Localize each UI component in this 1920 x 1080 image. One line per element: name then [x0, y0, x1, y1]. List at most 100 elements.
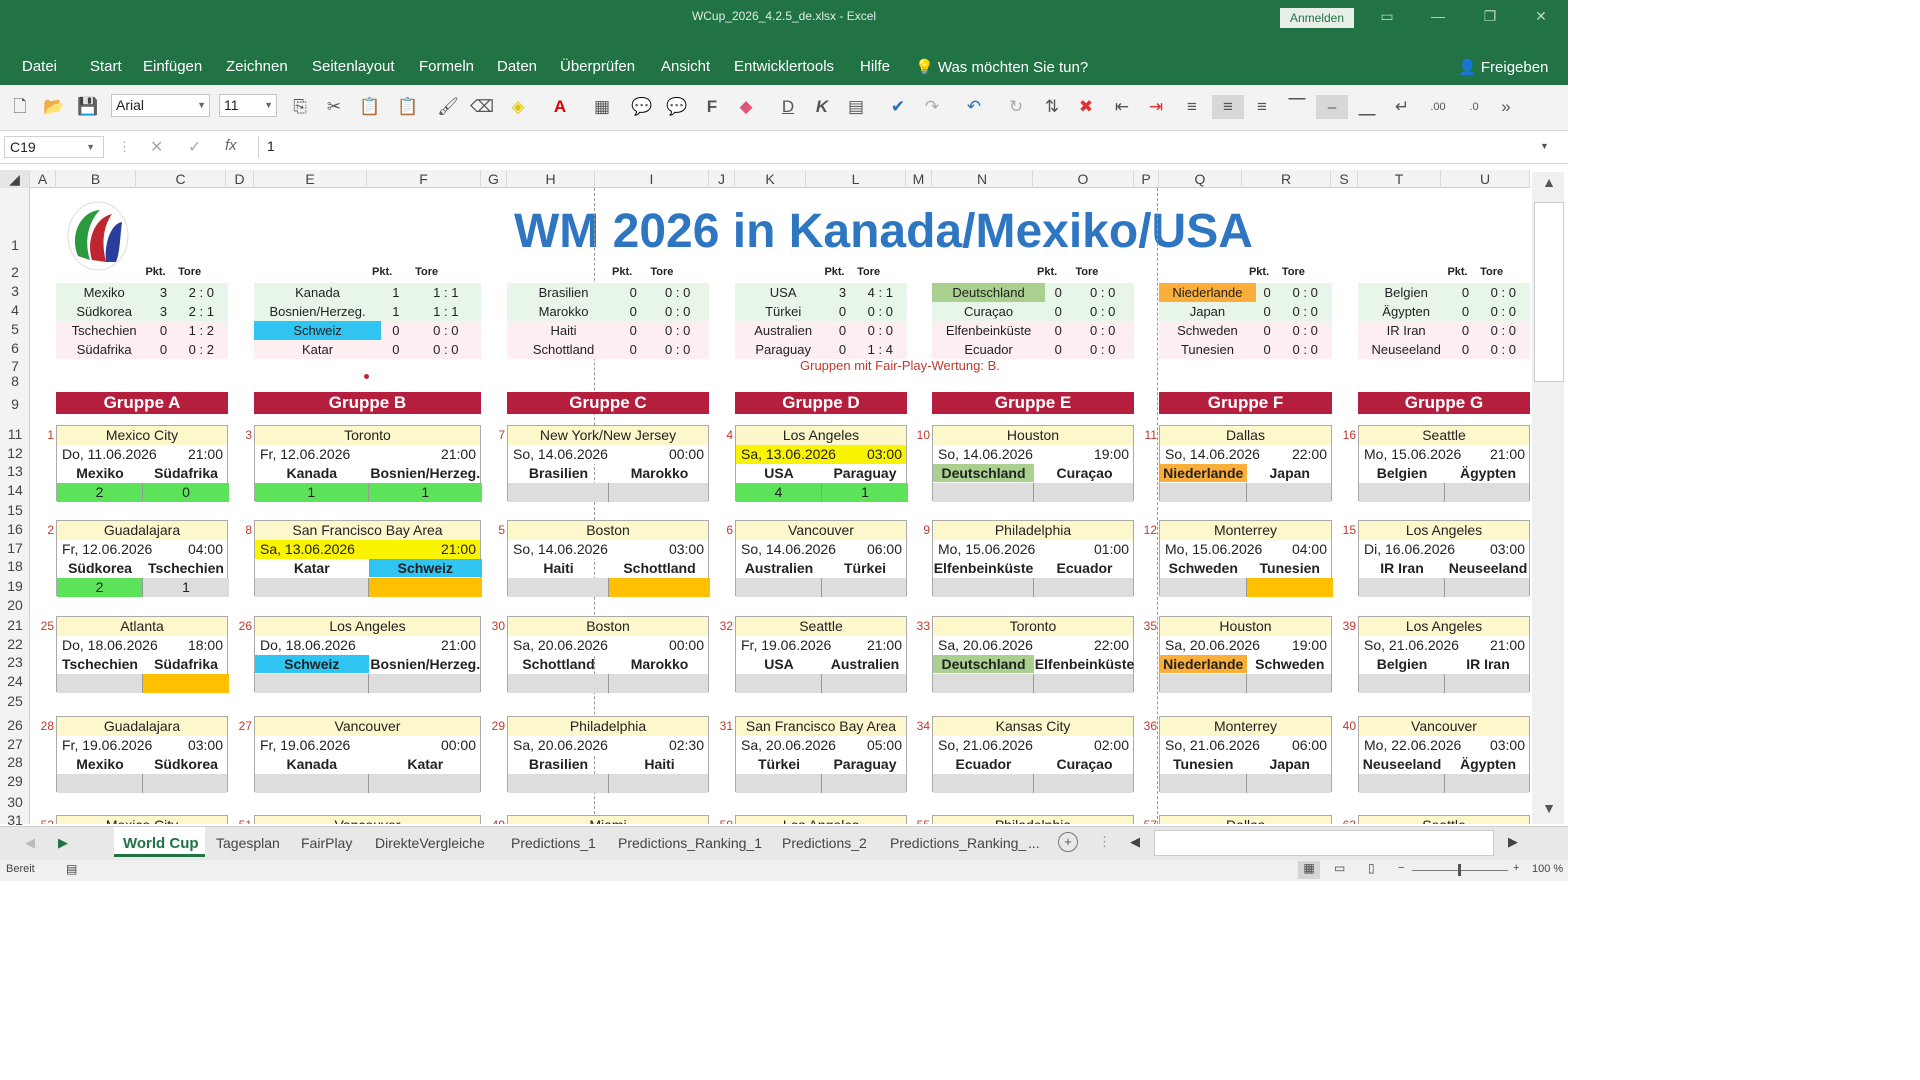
- column-header[interactable]: Q: [1159, 170, 1242, 188]
- signin-button[interactable]: Anmelden: [1280, 8, 1354, 28]
- away-score[interactable]: [368, 578, 482, 597]
- sheet-tab-predictions-2[interactable]: Predictions_2: [782, 835, 867, 851]
- match-score[interactable]: [255, 674, 480, 693]
- match-card[interactable]: Philadelphia Sa, 20.06.2026 02:30 Brasilien…: [507, 716, 709, 793]
- tab-scroll-left-icon[interactable]: ◀: [25, 835, 35, 851]
- home-score[interactable]: [1359, 774, 1445, 793]
- column-header[interactable]: D: [226, 170, 254, 188]
- standings-row[interactable]: Australien 0 0 : 0: [735, 321, 907, 340]
- away-score[interactable]: [1445, 578, 1530, 597]
- match-card[interactable]: Boston Sa, 20.06.2026 00:00 Schottland Marok…: [507, 616, 710, 693]
- match-score[interactable]: [508, 483, 708, 502]
- sheet-tab-tagesplan[interactable]: Tagesplan: [216, 835, 280, 851]
- paste-special-icon[interactable]: 📋: [396, 95, 420, 119]
- away-score[interactable]: [143, 774, 229, 793]
- away-score[interactable]: [1246, 578, 1333, 597]
- page-break-view-icon[interactable]: ▯: [1368, 861, 1375, 875]
- match-score[interactable]: [57, 674, 229, 693]
- away-score[interactable]: 0: [143, 483, 229, 502]
- away-score[interactable]: [609, 578, 710, 597]
- redo-icon[interactable]: ↷: [920, 95, 944, 119]
- row-header[interactable]: 19: [0, 578, 30, 594]
- home-score[interactable]: [1160, 578, 1247, 597]
- align-bottom-icon[interactable]: ⎽: [1355, 95, 1379, 119]
- row-header[interactable]: 12: [0, 445, 30, 461]
- match-score[interactable]: [1160, 674, 1331, 693]
- tab-entwicklertools[interactable]: Entwicklertools: [734, 58, 834, 75]
- sheet-tab-world-cup[interactable]: World Cup: [123, 835, 199, 852]
- away-score[interactable]: [1034, 774, 1135, 793]
- sheet-tab-predictions-ranking[interactable]: Predictions_Ranking_: [890, 835, 1026, 851]
- column-header[interactable]: N: [932, 170, 1033, 188]
- match-card[interactable]: Los Angeles Di, 16.06.2026 03:00 IR Iran Neu…: [1358, 520, 1530, 597]
- copy-icon[interactable]: ⎘: [288, 95, 312, 119]
- match-card[interactable]: New York/New Jersey So, 14.06.2026 00:00 Br…: [507, 425, 709, 502]
- home-score[interactable]: 2: [57, 483, 143, 502]
- standings-row[interactable]: Brasilien 0 0 : 0: [507, 283, 709, 302]
- hscroll-right-icon[interactable]: ▶: [1508, 834, 1518, 850]
- away-score[interactable]: [1034, 674, 1135, 693]
- row-header[interactable]: 18: [0, 558, 30, 574]
- column-header[interactable]: K: [735, 170, 806, 188]
- home-score[interactable]: [57, 774, 143, 793]
- match-card[interactable]: Monterrey Mo, 15.06.2026 04:00 Schweden Tune…: [1159, 520, 1333, 597]
- match-card[interactable]: Seattle: [1358, 815, 1530, 824]
- column-header[interactable]: P: [1134, 170, 1159, 188]
- match-score[interactable]: [1160, 774, 1331, 793]
- row-header[interactable]: 1: [0, 237, 30, 253]
- clear-format-icon[interactable]: ⌫: [470, 95, 494, 119]
- row-header[interactable]: 6: [0, 340, 30, 356]
- home-score[interactable]: [508, 674, 609, 693]
- tab-formeln[interactable]: Formeln: [419, 58, 474, 75]
- standings-row[interactable]: Tunesien 0 0 : 0: [1159, 340, 1332, 359]
- row-header[interactable]: 28: [0, 754, 30, 770]
- match-card[interactable]: Atlanta Do, 18.06.2026 18:00 Tschechien Süda…: [56, 616, 229, 693]
- match-card[interactable]: Dallas So, 14.06.2026 22:00 Niederlande Japa…: [1159, 425, 1334, 502]
- match-card[interactable]: Vancouver Fr, 19.06.2026 00:00 Kanada Katar: [254, 716, 481, 793]
- sheet-tab-predictions-ranking-1[interactable]: Predictions_Ranking_1: [618, 835, 762, 851]
- home-score[interactable]: [57, 674, 143, 693]
- tab-datei[interactable]: Datei: [22, 58, 57, 75]
- tab-einfuegen[interactable]: Einfügen: [143, 58, 202, 75]
- standings-row[interactable]: Mexiko 3 2 : 0: [56, 283, 228, 302]
- match-card[interactable]: Boston So, 14.06.2026 03:00 Haiti Schottland: [507, 520, 710, 597]
- match-score[interactable]: [255, 774, 480, 793]
- normal-view-icon[interactable]: ▦: [1298, 861, 1320, 879]
- home-score[interactable]: [1359, 578, 1445, 597]
- away-score[interactable]: [369, 674, 483, 693]
- comment-icon[interactable]: 💬: [630, 95, 654, 119]
- match-card[interactable]: Los Angeles Sa, 13.06.2026 03:00 USA Paragua…: [735, 425, 908, 502]
- away-score[interactable]: [609, 674, 710, 693]
- tab-ansicht[interactable]: Ansicht: [661, 58, 710, 75]
- paste-icon[interactable]: 📋: [358, 95, 382, 119]
- tab-start[interactable]: Start: [90, 58, 122, 75]
- standings-row[interactable]: Curaçao 0 0 : 0: [932, 302, 1134, 321]
- standings-row[interactable]: Belgien 0 0 : 0: [1358, 283, 1530, 302]
- underline-button[interactable]: D: [776, 95, 800, 119]
- standings-row[interactable]: Paraguay 0 1 : 4: [735, 340, 907, 359]
- match-score[interactable]: [57, 774, 227, 793]
- standings-row[interactable]: Deutschland 0 0 : 0: [932, 283, 1134, 302]
- row-header[interactable]: 30: [0, 794, 30, 810]
- insert-function-icon[interactable]: fx: [225, 137, 237, 154]
- home-score[interactable]: 1: [255, 483, 369, 502]
- save-icon[interactable]: 💾: [76, 95, 100, 119]
- match-score[interactable]: [255, 578, 482, 597]
- name-box[interactable]: C19 ▼: [4, 136, 104, 158]
- row-header[interactable]: 15: [0, 502, 30, 518]
- home-score[interactable]: 4: [736, 483, 822, 502]
- away-score[interactable]: [1247, 483, 1334, 502]
- home-score[interactable]: [736, 578, 822, 597]
- match-card[interactable]: Toronto Sa, 20.06.2026 22:00 Deutschland Elf…: [932, 616, 1135, 693]
- row-header[interactable]: 16: [0, 521, 30, 537]
- tab-ueberpruefen[interactable]: Überprüfen: [560, 58, 635, 75]
- align-left-icon[interactable]: ≡: [1180, 95, 1204, 119]
- home-score[interactable]: [508, 483, 609, 502]
- refresh-icon[interactable]: ↻: [1004, 95, 1028, 119]
- delete-cells-icon[interactable]: ⇥: [1144, 95, 1168, 119]
- away-score[interactable]: [1247, 674, 1334, 693]
- tab-seitenlayout[interactable]: Seitenlayout: [312, 58, 395, 75]
- match-card[interactable]: Houston So, 14.06.2026 19:00 Deutschland Cur…: [932, 425, 1134, 502]
- hscroll-left-icon[interactable]: ◀: [1130, 834, 1140, 850]
- standings-row[interactable]: Südafrika 0 0 : 2: [56, 340, 228, 359]
